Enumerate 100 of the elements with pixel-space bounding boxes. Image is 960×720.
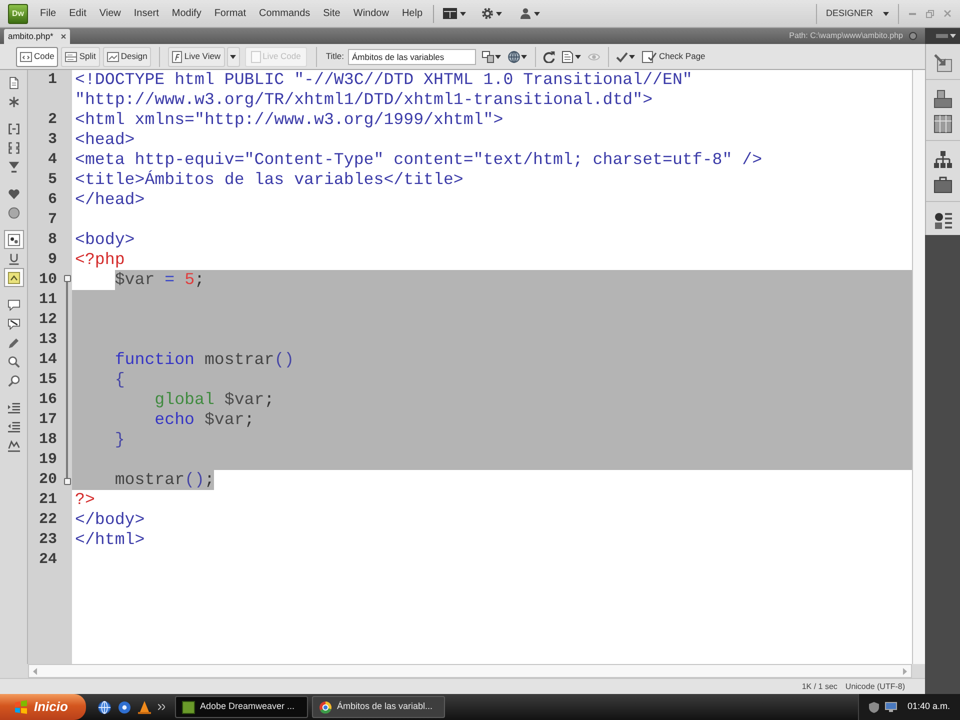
code-line: </body> — [74, 510, 146, 530]
brackets-icon — [8, 122, 20, 134]
grip-icon[interactable] — [936, 33, 956, 39]
menu-item[interactable]: Format — [214, 8, 246, 18]
hierarchy-icon[interactable] — [934, 150, 952, 168]
clock: 01:40 a.m. — [907, 700, 950, 714]
double-chevron-icon[interactable] — [158, 704, 165, 710]
design-window-icon — [106, 52, 119, 62]
close-icon[interactable] — [61, 34, 66, 39]
caret-icon[interactable] — [574, 54, 581, 58]
underline-icon — [8, 252, 20, 264]
split-window-icon — [65, 52, 78, 62]
line-number: 1 — [46, 70, 58, 90]
menu-item[interactable]: File — [40, 8, 56, 18]
status-text: 1K / 1 sec — [802, 680, 838, 692]
caret-icon[interactable] — [496, 12, 502, 16]
person-icon[interactable] — [520, 8, 531, 19]
insert-arrow-icon[interactable] — [934, 54, 952, 72]
document-icon — [8, 76, 20, 88]
view-mode-button[interactable]: Design — [102, 46, 152, 66]
gear-icon[interactable] — [482, 8, 493, 19]
layout-icon[interactable] — [442, 8, 457, 19]
taskbar-button[interactable]: Ámbitos de las variabl... — [312, 696, 445, 718]
globe-icon — [508, 50, 520, 62]
line-number: 16 — [38, 390, 58, 410]
screens-icon — [482, 50, 494, 62]
line-number: 13 — [38, 330, 58, 350]
outdent-icon — [8, 420, 20, 432]
view-mode-button[interactable]: Code — [16, 46, 58, 66]
page-check-icon — [642, 50, 657, 62]
code-line: mostrar(); — [72, 470, 912, 490]
workspace-switcher[interactable]: DESIGNER — [816, 4, 898, 24]
cone-icon[interactable] — [138, 700, 151, 714]
menu-item[interactable]: Edit — [69, 8, 86, 18]
list-icon[interactable] — [934, 212, 952, 230]
caret-icon[interactable] — [460, 12, 466, 16]
caret-icon[interactable] — [883, 12, 889, 16]
caret-icon[interactable] — [628, 54, 635, 58]
dots-tile-icon — [8, 234, 20, 246]
line-number: 5 — [46, 170, 58, 190]
monitor-icon[interactable] — [885, 702, 898, 712]
asterisk-icon — [8, 96, 20, 108]
taskbar-button[interactable]: Adobe Dreamweaver ... — [175, 696, 308, 718]
live-view-button[interactable]: Live View — [168, 46, 225, 66]
page-icon — [172, 50, 182, 62]
menu-item[interactable]: Insert — [134, 8, 159, 18]
line-number: 23 — [38, 530, 58, 550]
heart-icon — [8, 188, 20, 200]
menu-item[interactable]: Help — [402, 8, 423, 18]
title-field[interactable]: Ámbitos de las variables — [348, 48, 476, 64]
caret-icon[interactable] — [230, 54, 236, 58]
syntax-coloring-button[interactable] — [4, 268, 24, 287]
line-number: 18 — [38, 430, 58, 450]
app-logo: Dw — [8, 4, 28, 24]
magnifier-icon — [8, 356, 20, 368]
page-icon — [250, 50, 261, 62]
menu-item[interactable]: Commands — [259, 8, 310, 18]
ring-icon — [319, 700, 332, 714]
live-view-dropdown[interactable] — [226, 46, 240, 66]
globe-icon[interactable] — [98, 700, 111, 714]
menu-item[interactable]: Site — [323, 8, 340, 18]
magnifier-icon — [8, 374, 20, 386]
indent-icon — [8, 402, 20, 414]
code-window-icon — [20, 52, 32, 62]
caret-icon[interactable] — [534, 12, 540, 16]
vertical-scrollbar[interactable] — [912, 70, 925, 664]
code-line: <html xmlns="http://www.w3.org/1999/xhtml"> — [74, 110, 504, 130]
line-number: 11 — [38, 290, 58, 310]
line-number: 9 — [46, 250, 58, 270]
caret-tile-icon — [8, 272, 20, 284]
caret-icon[interactable] — [520, 54, 527, 58]
live-code-button: Live Code — [244, 46, 307, 66]
line-numbers-button[interactable] — [4, 230, 24, 249]
disc-icon[interactable] — [118, 700, 131, 714]
check-page-button[interactable]: Check Page — [640, 46, 708, 66]
briefcase-icon[interactable] — [934, 176, 952, 194]
code-line: <body> — [74, 230, 136, 250]
start-button[interactable]: Inicio — [0, 694, 86, 720]
speech-bubble-slash-icon — [8, 318, 20, 330]
caret-icon[interactable] — [494, 54, 501, 58]
menu-item[interactable]: Modify — [172, 8, 202, 18]
stacked-boxes-icon[interactable] — [934, 90, 952, 108]
shield-icon[interactable] — [869, 702, 880, 712]
line-number: 17 — [38, 410, 58, 430]
grid-tile-icon[interactable] — [934, 114, 952, 132]
line-number: 10 — [38, 270, 58, 290]
checkmark-icon — [616, 50, 628, 62]
circle-icon[interactable] — [909, 32, 917, 40]
menu-item[interactable]: Window — [353, 8, 389, 18]
menu-item[interactable]: View — [99, 8, 121, 18]
app-tile-icon — [182, 700, 195, 714]
document-tab[interactable]: ambito.php* — [4, 29, 70, 44]
speech-bubble-icon — [8, 298, 20, 310]
eye-icon — [588, 50, 600, 62]
pen-icon — [8, 336, 20, 348]
circle-icon — [8, 206, 20, 218]
title-label: Title: — [326, 50, 344, 63]
line-number: 4 — [46, 150, 58, 170]
code-line: </html> — [74, 530, 146, 550]
view-mode-button[interactable]: Split — [61, 46, 100, 66]
